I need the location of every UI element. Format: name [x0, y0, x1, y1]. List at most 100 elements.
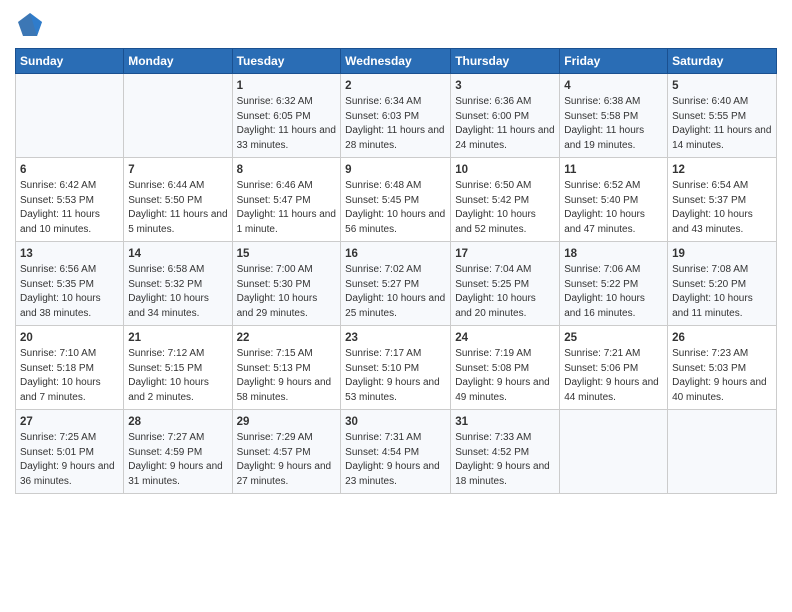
- day-info: Sunrise: 7:04 AM Sunset: 5:25 PM Dayligh…: [455, 263, 555, 321]
- main-container: SundayMondayTuesdayWednesdayThursdayFrid…: [0, 0, 792, 499]
- calendar-cell: 21Sunrise: 7:12 AM Sunset: 5:15 PM Dayli…: [124, 326, 232, 410]
- day-info: Sunrise: 7:19 AM Sunset: 5:08 PM Dayligh…: [455, 347, 555, 405]
- day-info: Sunrise: 7:31 AM Sunset: 4:54 PM Dayligh…: [345, 431, 446, 489]
- day-number: 14: [128, 246, 227, 262]
- day-info: Sunrise: 7:23 AM Sunset: 5:03 PM Dayligh…: [672, 347, 772, 405]
- day-number: 30: [345, 414, 446, 430]
- day-info: Sunrise: 6:44 AM Sunset: 5:50 PM Dayligh…: [128, 179, 227, 237]
- day-number: 12: [672, 162, 772, 178]
- calendar-header: SundayMondayTuesdayWednesdayThursdayFrid…: [16, 49, 777, 74]
- week-row-3: 13Sunrise: 6:56 AM Sunset: 5:35 PM Dayli…: [16, 242, 777, 326]
- day-number: 26: [672, 330, 772, 346]
- calendar-cell: 30Sunrise: 7:31 AM Sunset: 4:54 PM Dayli…: [341, 410, 451, 494]
- day-info: Sunrise: 6:54 AM Sunset: 5:37 PM Dayligh…: [672, 179, 772, 237]
- day-info: Sunrise: 7:10 AM Sunset: 5:18 PM Dayligh…: [20, 347, 119, 405]
- logo-icon: [15, 10, 45, 40]
- weekday-header-tuesday: Tuesday: [232, 49, 341, 74]
- header-area: [15, 10, 777, 40]
- day-info: Sunrise: 6:46 AM Sunset: 5:47 PM Dayligh…: [237, 179, 337, 237]
- weekday-header-wednesday: Wednesday: [341, 49, 451, 74]
- day-number: 2: [345, 78, 446, 94]
- calendar-cell: 22Sunrise: 7:15 AM Sunset: 5:13 PM Dayli…: [232, 326, 341, 410]
- day-info: Sunrise: 6:38 AM Sunset: 5:58 PM Dayligh…: [564, 95, 663, 153]
- calendar-cell: [668, 410, 777, 494]
- day-info: Sunrise: 6:56 AM Sunset: 5:35 PM Dayligh…: [20, 263, 119, 321]
- week-row-4: 20Sunrise: 7:10 AM Sunset: 5:18 PM Dayli…: [16, 326, 777, 410]
- calendar-cell: 24Sunrise: 7:19 AM Sunset: 5:08 PM Dayli…: [451, 326, 560, 410]
- day-number: 17: [455, 246, 555, 262]
- calendar-cell: 5Sunrise: 6:40 AM Sunset: 5:55 PM Daylig…: [668, 74, 777, 158]
- day-number: 31: [455, 414, 555, 430]
- day-number: 25: [564, 330, 663, 346]
- calendar-cell: 10Sunrise: 6:50 AM Sunset: 5:42 PM Dayli…: [451, 158, 560, 242]
- calendar-cell: [16, 74, 124, 158]
- day-info: Sunrise: 7:02 AM Sunset: 5:27 PM Dayligh…: [345, 263, 446, 321]
- calendar-cell: 15Sunrise: 7:00 AM Sunset: 5:30 PM Dayli…: [232, 242, 341, 326]
- day-info: Sunrise: 7:12 AM Sunset: 5:15 PM Dayligh…: [128, 347, 227, 405]
- calendar-table: SundayMondayTuesdayWednesdayThursdayFrid…: [15, 48, 777, 494]
- calendar-cell: 2Sunrise: 6:34 AM Sunset: 6:03 PM Daylig…: [341, 74, 451, 158]
- calendar-cell: 20Sunrise: 7:10 AM Sunset: 5:18 PM Dayli…: [16, 326, 124, 410]
- day-number: 10: [455, 162, 555, 178]
- calendar-cell: 14Sunrise: 6:58 AM Sunset: 5:32 PM Dayli…: [124, 242, 232, 326]
- calendar-cell: 7Sunrise: 6:44 AM Sunset: 5:50 PM Daylig…: [124, 158, 232, 242]
- day-number: 7: [128, 162, 227, 178]
- day-number: 28: [128, 414, 227, 430]
- day-number: 3: [455, 78, 555, 94]
- day-number: 24: [455, 330, 555, 346]
- calendar-cell: 18Sunrise: 7:06 AM Sunset: 5:22 PM Dayli…: [560, 242, 668, 326]
- day-number: 23: [345, 330, 446, 346]
- day-number: 4: [564, 78, 663, 94]
- day-info: Sunrise: 7:33 AM Sunset: 4:52 PM Dayligh…: [455, 431, 555, 489]
- day-info: Sunrise: 7:17 AM Sunset: 5:10 PM Dayligh…: [345, 347, 446, 405]
- day-number: 18: [564, 246, 663, 262]
- calendar-cell: 16Sunrise: 7:02 AM Sunset: 5:27 PM Dayli…: [341, 242, 451, 326]
- day-info: Sunrise: 6:48 AM Sunset: 5:45 PM Dayligh…: [345, 179, 446, 237]
- calendar-cell: 19Sunrise: 7:08 AM Sunset: 5:20 PM Dayli…: [668, 242, 777, 326]
- calendar-cell: [124, 74, 232, 158]
- day-number: 20: [20, 330, 119, 346]
- day-number: 21: [128, 330, 227, 346]
- calendar-cell: [560, 410, 668, 494]
- calendar-cell: 28Sunrise: 7:27 AM Sunset: 4:59 PM Dayli…: [124, 410, 232, 494]
- day-number: 5: [672, 78, 772, 94]
- day-info: Sunrise: 7:25 AM Sunset: 5:01 PM Dayligh…: [20, 431, 119, 489]
- day-number: 16: [345, 246, 446, 262]
- calendar-cell: 1Sunrise: 6:32 AM Sunset: 6:05 PM Daylig…: [232, 74, 341, 158]
- calendar-cell: 12Sunrise: 6:54 AM Sunset: 5:37 PM Dayli…: [668, 158, 777, 242]
- logo: [15, 10, 49, 40]
- day-info: Sunrise: 6:58 AM Sunset: 5:32 PM Dayligh…: [128, 263, 227, 321]
- day-info: Sunrise: 7:27 AM Sunset: 4:59 PM Dayligh…: [128, 431, 227, 489]
- calendar-cell: 29Sunrise: 7:29 AM Sunset: 4:57 PM Dayli…: [232, 410, 341, 494]
- day-info: Sunrise: 7:08 AM Sunset: 5:20 PM Dayligh…: [672, 263, 772, 321]
- day-number: 6: [20, 162, 119, 178]
- day-number: 13: [20, 246, 119, 262]
- calendar-cell: 27Sunrise: 7:25 AM Sunset: 5:01 PM Dayli…: [16, 410, 124, 494]
- calendar-cell: 26Sunrise: 7:23 AM Sunset: 5:03 PM Dayli…: [668, 326, 777, 410]
- calendar-body: 1Sunrise: 6:32 AM Sunset: 6:05 PM Daylig…: [16, 74, 777, 494]
- day-number: 27: [20, 414, 119, 430]
- weekday-header-friday: Friday: [560, 49, 668, 74]
- day-number: 8: [237, 162, 337, 178]
- day-info: Sunrise: 7:00 AM Sunset: 5:30 PM Dayligh…: [237, 263, 337, 321]
- calendar-cell: 4Sunrise: 6:38 AM Sunset: 5:58 PM Daylig…: [560, 74, 668, 158]
- calendar-cell: 17Sunrise: 7:04 AM Sunset: 5:25 PM Dayli…: [451, 242, 560, 326]
- day-info: Sunrise: 6:34 AM Sunset: 6:03 PM Dayligh…: [345, 95, 446, 153]
- calendar-cell: 31Sunrise: 7:33 AM Sunset: 4:52 PM Dayli…: [451, 410, 560, 494]
- day-info: Sunrise: 6:42 AM Sunset: 5:53 PM Dayligh…: [20, 179, 119, 237]
- day-info: Sunrise: 6:32 AM Sunset: 6:05 PM Dayligh…: [237, 95, 337, 153]
- calendar-cell: 9Sunrise: 6:48 AM Sunset: 5:45 PM Daylig…: [341, 158, 451, 242]
- day-number: 11: [564, 162, 663, 178]
- week-row-1: 1Sunrise: 6:32 AM Sunset: 6:05 PM Daylig…: [16, 74, 777, 158]
- day-number: 9: [345, 162, 446, 178]
- day-number: 1: [237, 78, 337, 94]
- day-info: Sunrise: 6:50 AM Sunset: 5:42 PM Dayligh…: [455, 179, 555, 237]
- weekday-header-sunday: Sunday: [16, 49, 124, 74]
- day-info: Sunrise: 7:29 AM Sunset: 4:57 PM Dayligh…: [237, 431, 337, 489]
- day-number: 19: [672, 246, 772, 262]
- day-info: Sunrise: 7:21 AM Sunset: 5:06 PM Dayligh…: [564, 347, 663, 405]
- day-info: Sunrise: 6:36 AM Sunset: 6:00 PM Dayligh…: [455, 95, 555, 153]
- day-info: Sunrise: 7:06 AM Sunset: 5:22 PM Dayligh…: [564, 263, 663, 321]
- day-info: Sunrise: 6:40 AM Sunset: 5:55 PM Dayligh…: [672, 95, 772, 153]
- calendar-cell: 11Sunrise: 6:52 AM Sunset: 5:40 PM Dayli…: [560, 158, 668, 242]
